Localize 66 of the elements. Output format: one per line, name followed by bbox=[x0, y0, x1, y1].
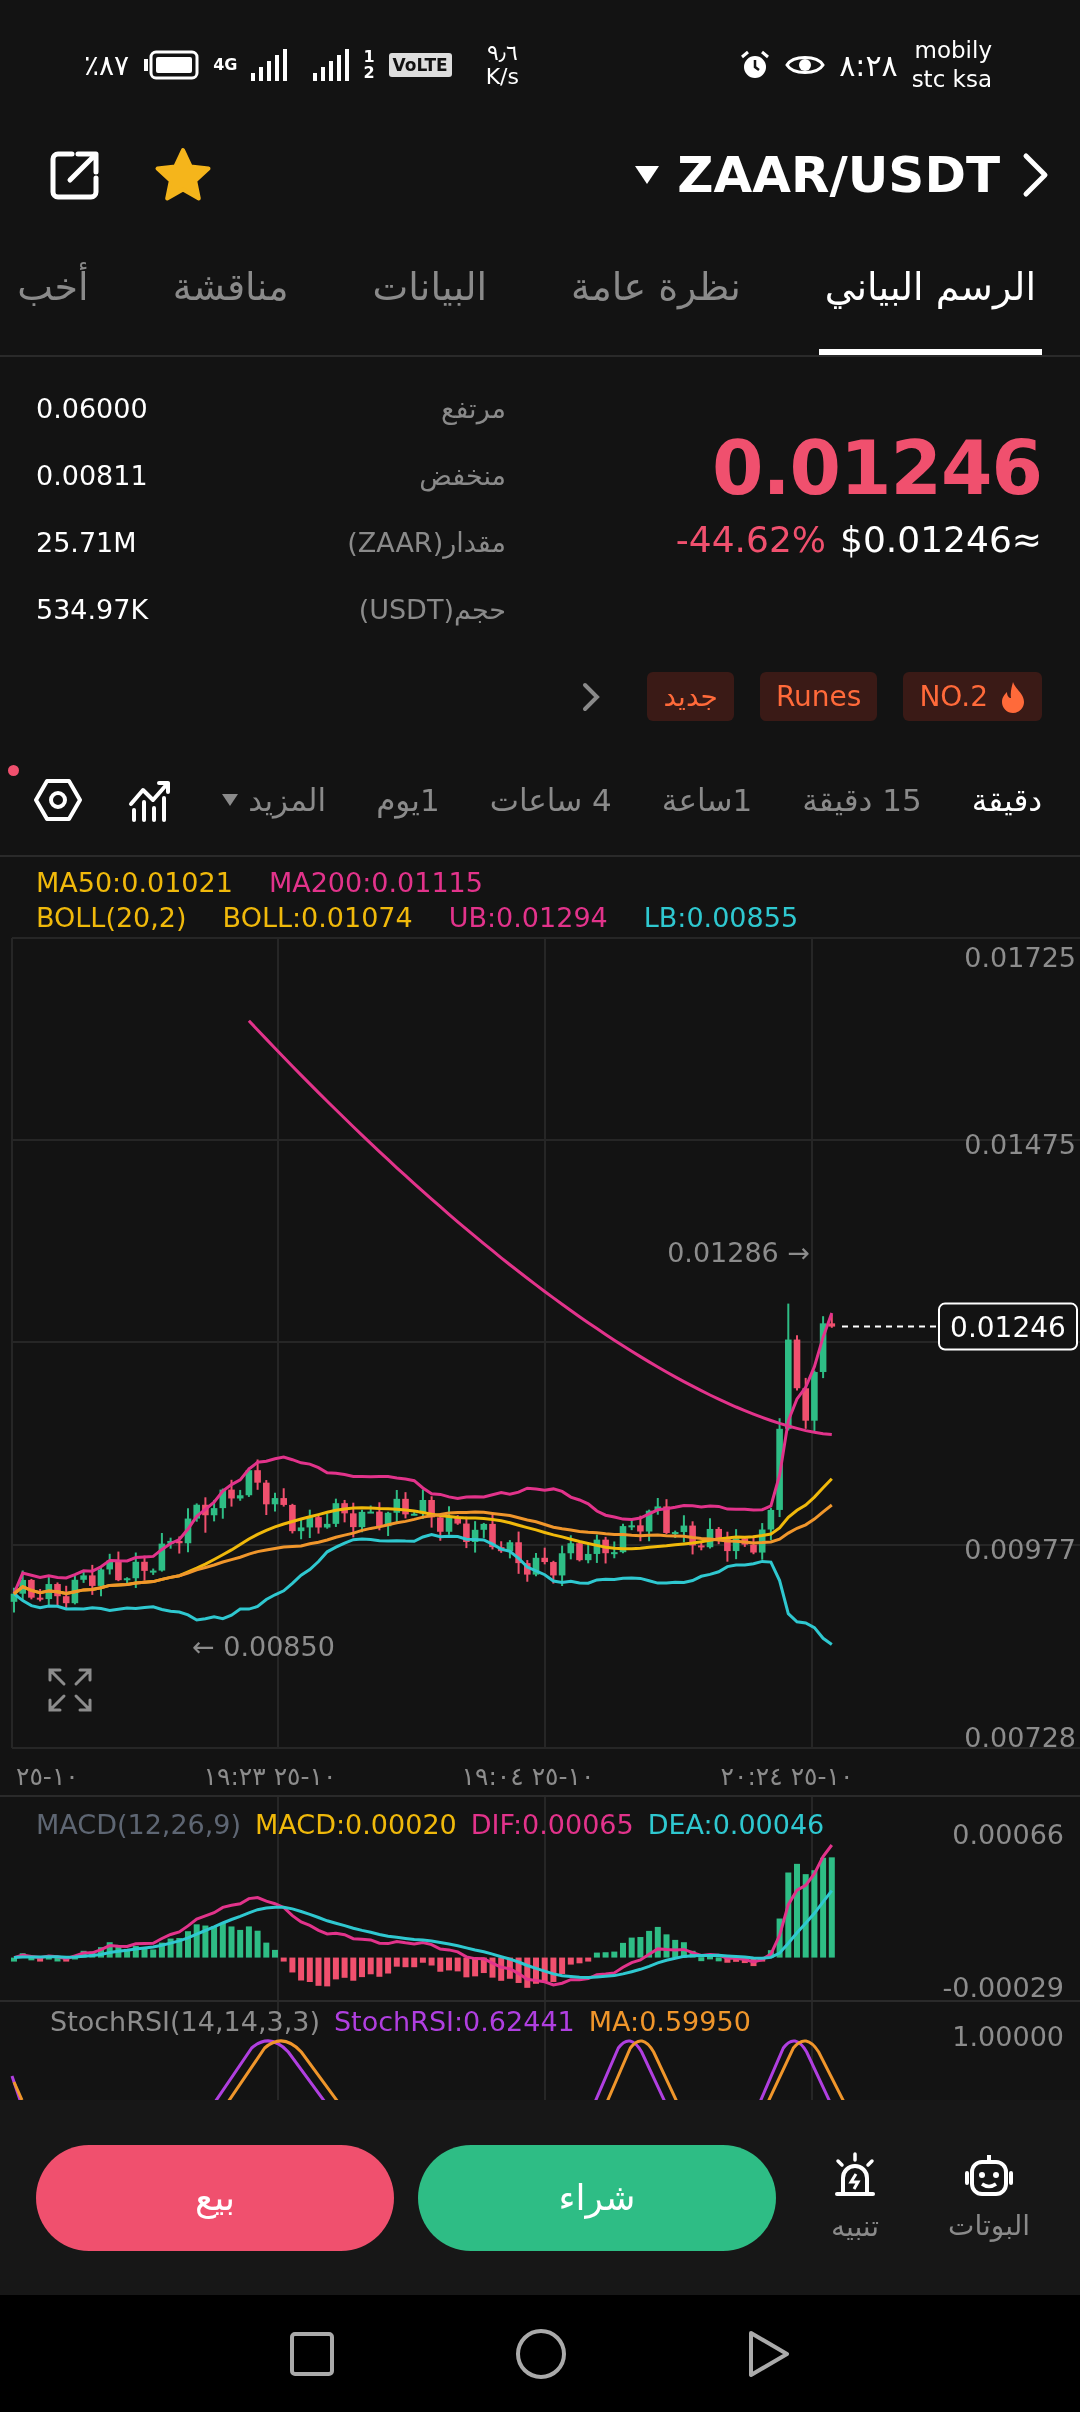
volte-badge: VoLTE bbox=[388, 53, 452, 77]
timeframe-tab[interactable]: 1يوم bbox=[376, 782, 440, 818]
more-dropdown[interactable]: المزيد bbox=[222, 782, 327, 818]
indicator-value: BOLL(20,2) bbox=[36, 901, 187, 935]
network-speed-unit: K/s bbox=[485, 65, 519, 90]
stochrsi-value: StochRSI(14,14,3,3) bbox=[50, 2006, 320, 2037]
price-axis-label: 0.00728 bbox=[964, 1722, 1076, 1753]
market-tag[interactable]: NO.2 bbox=[903, 672, 1042, 721]
stat-label: منخفض bbox=[419, 459, 506, 494]
fiat-price: $0.01246≈ bbox=[840, 519, 1042, 560]
tab[interactable]: البيانات bbox=[366, 220, 494, 355]
sim-slot-label: 1 bbox=[363, 49, 375, 65]
low-price-marker: ← 0.00850 bbox=[192, 1630, 335, 1662]
tab[interactable]: أخب bbox=[11, 220, 95, 355]
price-axis-label: 0.01475 bbox=[964, 1129, 1076, 1160]
clock-time: ٨:٢٨ bbox=[839, 47, 898, 83]
time-axis-label: ١٩:٢٣ ٢٥-١٠ bbox=[203, 1762, 337, 1791]
macd-value: DEA:0.00046 bbox=[647, 1809, 825, 1840]
high-price-marker: 0.01286 → bbox=[667, 1237, 810, 1269]
time-axis-label: ٢٠:٢٤ ٢٥-١٠ bbox=[720, 1762, 854, 1791]
indicator-value: LB:0.00855 bbox=[643, 901, 799, 935]
indicator-value: UB:0.01294 bbox=[448, 901, 608, 935]
macd-value: DIF:0.00065 bbox=[470, 1809, 634, 1840]
tab[interactable]: مناقشة bbox=[166, 220, 295, 355]
price-axis-label: 0.00977 bbox=[964, 1534, 1076, 1565]
market-tag[interactable]: Runes bbox=[759, 672, 878, 721]
macd-value: MACD:0.00020 bbox=[255, 1809, 457, 1840]
indicator-value: BOLL:0.01074 bbox=[222, 901, 413, 935]
battery-percent: ٪٨٧ bbox=[84, 48, 130, 82]
macd-value: MACD(12,26,9) bbox=[36, 1809, 242, 1840]
carrier-name: stc ksa bbox=[911, 65, 992, 94]
macd-axis-label: -0.00029 bbox=[942, 1972, 1064, 2000]
network-type-label: 4G bbox=[213, 57, 238, 73]
timeframe-tab[interactable]: دقيقة bbox=[971, 782, 1042, 818]
price-axis-label: 0.01725 bbox=[964, 942, 1076, 973]
toolbar-button[interactable]: تنبيه bbox=[800, 2152, 910, 2243]
stat-value: 0.00811 bbox=[36, 459, 148, 493]
indicator-value: MA200:0.01115 bbox=[268, 866, 483, 900]
sim-slot-label: 2 bbox=[363, 65, 375, 81]
market-tag[interactable]: جديد bbox=[647, 672, 734, 721]
stochrsi-axis-label: 1.00000 bbox=[952, 2021, 1064, 2052]
current-price-tag: 0.01246 bbox=[938, 1302, 1078, 1351]
stat-label: حجم(USDT) bbox=[358, 593, 506, 628]
timeframe-tab[interactable]: 1ساعة bbox=[661, 782, 753, 818]
timeframe-tab[interactable]: 15 دقيقة bbox=[802, 782, 922, 818]
stat-value: 534.97K bbox=[36, 593, 149, 627]
tab[interactable]: نظرة عامة bbox=[565, 220, 747, 355]
macd-axis-label: 0.00066 bbox=[952, 1819, 1064, 1850]
stat-value: 25.71M bbox=[36, 526, 137, 560]
price-change: -44.62% bbox=[675, 519, 827, 560]
stat-value: 0.06000 bbox=[36, 392, 148, 426]
last-price: 0.01246 bbox=[711, 431, 1042, 505]
stat-label: مرتفع bbox=[441, 392, 506, 427]
carrier-name: mobily bbox=[914, 36, 992, 65]
indicator-value: MA50:0.01021 bbox=[36, 866, 233, 900]
time-axis-label: ١٩:٠٤ ٢٥-١٠ bbox=[461, 1762, 595, 1791]
time-axis-label: ٢٥-١٠ bbox=[16, 1762, 79, 1791]
tab[interactable]: الرسم البياني bbox=[818, 220, 1042, 355]
stochrsi-value: MA:0.59950 bbox=[588, 2006, 751, 2037]
network-speed-value: ٩٫٦ bbox=[486, 40, 518, 65]
stochrsi-value: StochRSI:0.62441 bbox=[333, 2006, 575, 2037]
timeframe-tab[interactable]: 4 ساعات bbox=[489, 782, 612, 818]
sell-button[interactable]: بيع bbox=[36, 2144, 394, 2251]
toolbar-button[interactable]: البوتات bbox=[934, 2153, 1044, 2242]
stat-label: مقدار(ZAAR) bbox=[347, 526, 506, 561]
pair-selector[interactable]: ZAAR/USDT bbox=[635, 146, 1000, 204]
